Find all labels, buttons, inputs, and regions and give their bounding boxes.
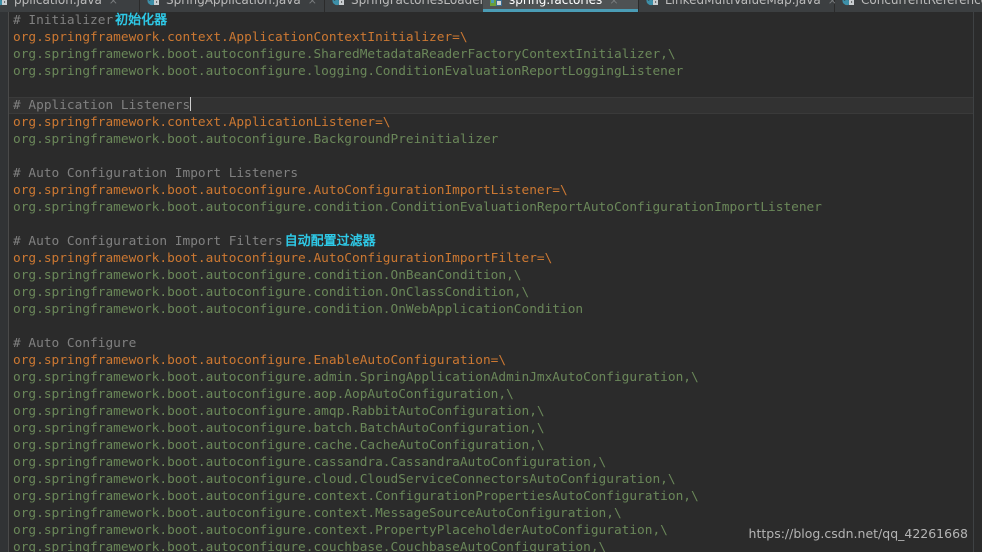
code-line[interactable]: org.springframework.boot.autoconfigure.A… <box>13 182 973 199</box>
java-class-icon <box>332 0 345 6</box>
comment-text: # Application Listeners <box>13 98 191 113</box>
editor-tab-bar[interactable]: pplication.java × SpringApplication.java × S… <box>0 0 982 12</box>
code-line-blank[interactable] <box>13 318 973 335</box>
text-caret <box>190 97 192 111</box>
code-line[interactable]: org.springframework.boot.autoconfigure.c… <box>13 488 973 505</box>
code-line[interactable]: org.springframework.boot.autoconfigure.c… <box>13 437 973 454</box>
code-line[interactable]: org.springframework.boot.autoconfigure.c… <box>13 267 973 284</box>
tab-close-icon[interactable]: × <box>308 0 317 7</box>
comment-text: # Initializer <box>13 13 114 28</box>
tab-close-icon[interactable]: × <box>609 0 618 7</box>
code-line[interactable]: org.springframework.context.ApplicationL… <box>13 114 973 131</box>
code-line[interactable]: org.springframework.boot.autoconfigure.a… <box>13 403 973 420</box>
property-value: org.springframework.boot.autoconfigure.c… <box>13 540 607 552</box>
editor-tab-5[interactable]: ConcurrentReference <box>835 0 982 12</box>
property-value: org.springframework.boot.autoconfigure.c… <box>13 506 622 521</box>
property-value: org.springframework.boot.autoconfigure.a… <box>13 370 699 385</box>
code-line[interactable]: org.springframework.boot.autoconfigure.c… <box>13 199 973 216</box>
property-value: org.springframework.boot.autoconfigure.c… <box>13 285 530 300</box>
tab-label: SpringApplication.java <box>166 0 301 7</box>
code-line[interactable]: org.springframework.boot.autoconfigure.c… <box>13 301 973 318</box>
property-value: org.springframework.boot.autoconfigure.c… <box>13 438 545 453</box>
code-line-blank[interactable] <box>13 148 973 165</box>
property-value: org.springframework.boot.autoconfigure.c… <box>13 523 668 538</box>
code-line[interactable]: # Auto Configuration Import Filters 自动配置过… <box>13 233 973 250</box>
editor-gutter <box>0 12 8 552</box>
code-line[interactable]: # Auto Configure <box>13 335 973 352</box>
property-value: org.springframework.boot.autoconfigure.S… <box>13 47 676 62</box>
java-class-icon <box>0 0 8 6</box>
tab-close-icon[interactable]: × <box>109 0 118 7</box>
java-class-icon <box>842 0 855 6</box>
java-class-icon <box>646 0 659 6</box>
property-key: org.springframework.boot.autoconfigure.E… <box>13 353 507 368</box>
properties-file-icon <box>490 0 503 6</box>
code-line[interactable]: org.springframework.boot.autoconfigure.B… <box>13 131 973 148</box>
editor-tab-4[interactable]: LinkedMultiValueMap.java × <box>639 0 837 12</box>
code-line[interactable]: org.springframework.boot.autoconfigure.E… <box>13 352 973 369</box>
gutter-separator <box>8 12 9 552</box>
editor-tab-0[interactable]: pplication.java × <box>0 0 140 12</box>
code-line[interactable]: org.springframework.boot.autoconfigure.b… <box>13 420 973 437</box>
java-class-icon <box>147 0 160 6</box>
code-content[interactable]: # Initializer 初始化器 org.springframework.con… <box>13 12 973 552</box>
editor-right-edge <box>973 12 974 552</box>
code-line[interactable]: org.springframework.boot.autoconfigure.a… <box>13 386 973 403</box>
annotation-overlay: 自动配置过滤器 <box>284 234 376 249</box>
property-value: org.springframework.boot.autoconfigure.l… <box>13 64 684 79</box>
property-value: org.springframework.boot.autoconfigure.a… <box>13 387 514 402</box>
property-value: org.springframework.boot.autoconfigure.c… <box>13 302 584 317</box>
comment-text: # Auto Configuration Import Filters <box>13 234 283 249</box>
code-line[interactable]: org.springframework.boot.autoconfigure.c… <box>13 471 973 488</box>
code-line[interactable]: org.springframework.context.ApplicationC… <box>13 29 973 46</box>
editor-tab-3[interactable]: spring.factories × <box>483 0 639 12</box>
editor-tab-1[interactable]: SpringApplication.java × <box>140 0 325 12</box>
code-line[interactable]: org.springframework.boot.autoconfigure.S… <box>13 46 973 63</box>
property-value: org.springframework.boot.autoconfigure.c… <box>13 200 822 215</box>
property-value: org.springframework.boot.autoconfigure.b… <box>13 421 545 436</box>
code-line[interactable]: # Initializer 初始化器 <box>13 12 973 29</box>
property-key: org.springframework.context.ApplicationL… <box>13 115 391 130</box>
tab-label: pplication.java <box>14 0 102 7</box>
code-line[interactable]: org.springframework.boot.autoconfigure.c… <box>13 454 973 471</box>
comment-text: # Auto Configure <box>13 336 137 351</box>
code-line[interactable]: # Auto Configuration Import Listeners <box>13 165 973 182</box>
property-value: org.springframework.boot.autoconfigure.a… <box>13 404 545 419</box>
code-line[interactable]: org.springframework.boot.autoconfigure.c… <box>13 505 973 522</box>
property-value: org.springframework.boot.autoconfigure.c… <box>13 472 676 487</box>
property-key: org.springframework.boot.autoconfigure.A… <box>13 251 553 266</box>
property-value: org.springframework.boot.autoconfigure.c… <box>13 268 522 283</box>
tab-label: ConcurrentReference <box>861 0 982 7</box>
property-value: org.springframework.boot.autoconfigure.c… <box>13 455 607 470</box>
code-line[interactable]: org.springframework.boot.autoconfigure.l… <box>13 63 973 80</box>
comment-text: # Auto Configuration Import Listeners <box>13 166 299 181</box>
property-value: org.springframework.boot.autoconfigure.B… <box>13 132 499 147</box>
property-key: org.springframework.boot.autoconfigure.A… <box>13 183 568 198</box>
code-editor[interactable]: # Initializer 初始化器 org.springframework.con… <box>0 12 982 552</box>
property-value: org.springframework.boot.autoconfigure.c… <box>13 489 699 504</box>
annotation-overlay: 初始化器 <box>115 13 168 28</box>
tab-label: spring.factories <box>509 0 603 7</box>
code-line[interactable]: org.springframework.boot.autoconfigure.A… <box>13 250 973 267</box>
code-line[interactable]: org.springframework.boot.autoconfigure.c… <box>13 284 973 301</box>
watermark-url: https://blog.csdn.net/qq_42261668 <box>744 525 972 542</box>
code-line-blank[interactable] <box>13 216 973 233</box>
code-line-blank[interactable] <box>13 80 973 97</box>
tab-label: LinkedMultiValueMap.java <box>665 0 821 7</box>
code-line[interactable]: # Application Listeners <box>13 97 973 114</box>
code-line[interactable]: org.springframework.boot.autoconfigure.a… <box>13 369 973 386</box>
property-key: org.springframework.context.ApplicationC… <box>13 30 468 45</box>
